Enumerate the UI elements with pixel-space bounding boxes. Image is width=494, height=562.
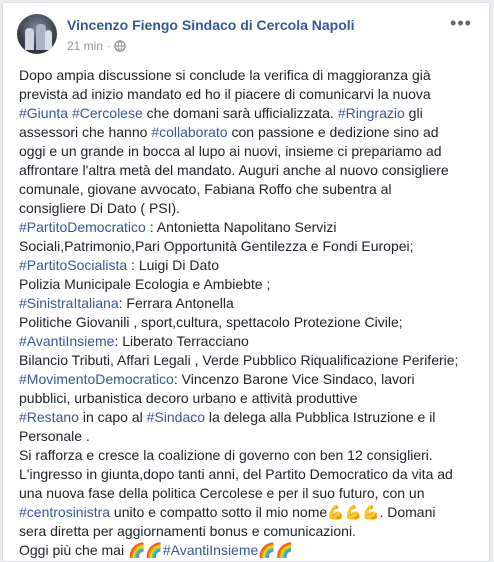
post-meta: 21 min · xyxy=(67,39,127,53)
text-segment: : Ferrara Antonella xyxy=(118,295,234,311)
text-segment: L'ingresso in giunta,dopo tanti anni, de… xyxy=(19,466,453,482)
text-segment: assessori che hanno xyxy=(19,124,152,140)
emoji: 🌈🌈 xyxy=(258,542,294,558)
text-segment: la delega alla Pubblica Istruzione e il xyxy=(205,409,436,425)
hashtag-link[interactable]: #Restano xyxy=(19,409,79,425)
post-text-line: #centrosinistra unito e compatto sotto i… xyxy=(19,503,481,522)
text-segment: : Vincenzo Barone Vice Sindaco, lavori xyxy=(173,371,415,387)
post-text-line: #PartitoDemocratico : Antonietta Napolit… xyxy=(19,218,481,237)
text-segment: oggi e un grande in bocca al lupo ai nuo… xyxy=(19,143,442,159)
text-segment: Polizia Municipale Ecologia e Ambiebte ; xyxy=(19,276,271,292)
author-avatar[interactable] xyxy=(17,14,57,54)
text-segment: : Antonietta Napolitano Servizi xyxy=(145,219,337,235)
post-text-line: #MovimentoDemocratico: Vincenzo Barone V… xyxy=(19,370,481,389)
post-text-line: assessori che hanno #collaborato con pas… xyxy=(19,123,481,142)
text-segment: Bilancio Tributi, Affari Legali , Verde … xyxy=(19,352,459,368)
more-options-button[interactable]: ••• xyxy=(449,13,473,33)
post-text-line: #AvantiInsieme: Liberato Terracciano xyxy=(19,332,481,351)
post-card: Vincenzo Fiengo Sindaco di Cercola Napol… xyxy=(2,2,490,562)
text-segment: unito e compatto sotto il mio nome xyxy=(110,504,328,520)
text-segment: Politiche Giovanili , sport,cultura, spe… xyxy=(19,314,403,330)
hashtag-link[interactable]: #PartitoSocialista xyxy=(19,257,127,273)
text-segment: Si rafforza e cresce la coalizione di go… xyxy=(19,447,433,463)
post-text-line: Si rafforza e cresce la coalizione di go… xyxy=(19,446,481,465)
text-segment: : Luigi Di Dato xyxy=(127,257,219,273)
text-segment: comunale, giovane avvocato, Fabiana Roff… xyxy=(19,181,392,197)
hashtag-link[interactable]: #AvantiInsieme xyxy=(163,542,258,558)
author-name-link[interactable]: Vincenzo Fiengo Sindaco di Cercola Napol… xyxy=(67,17,355,33)
text-segment: Sociali,Patrimonio,Pari Opportunità Gent… xyxy=(19,238,414,254)
post-timestamp[interactable]: 21 min xyxy=(67,39,103,53)
post-text-line: #SinistraItaliana: Ferrara Antonella xyxy=(19,294,481,313)
text-segment: sera diretta per aggiornamenti bonus e c… xyxy=(19,523,356,539)
post-text-line: Dopo ampia discussione si conclude la ve… xyxy=(19,66,481,85)
emoji: 💪💪💪 xyxy=(327,504,380,520)
post-text-line: prevista ad inizio mandato ed ho il piac… xyxy=(19,85,481,104)
hashtag-link[interactable]: #Cercolese xyxy=(72,105,143,121)
text-segment: con passione e dedizione sino ad xyxy=(227,124,439,140)
text-segment: una nuova fase della politica Cercolese … xyxy=(19,485,425,501)
post-text-line: pubblici, urbanistica decoro urbano e at… xyxy=(19,389,481,408)
post-text-line: Oggi più che mai 🌈🌈#AvantiInsieme🌈🌈 xyxy=(19,541,481,560)
hashtag-link[interactable]: #PartitoDemocratico xyxy=(19,219,146,235)
text-segment: : Liberato Terracciano xyxy=(114,333,249,349)
text-segment: Dopo ampia discussione si conclude la ve… xyxy=(19,67,431,83)
hashtag-link[interactable]: #Giunta xyxy=(19,105,68,121)
post-text-line: #Giunta #Cercolese che domani sarà uffic… xyxy=(19,104,481,123)
post-text-line: affrontare l'altra metà del mandato. Aug… xyxy=(19,161,481,180)
post-text-line: consigliere Di Dato ( PSI). xyxy=(19,199,481,218)
text-segment: Oggi più che mai xyxy=(19,542,128,558)
text-segment: prevista ad inizio mandato ed ho il piac… xyxy=(19,86,431,102)
text-segment: Personale . xyxy=(19,428,90,444)
hashtag-link[interactable]: #Ringrazio xyxy=(338,105,405,121)
post-text-line: Politiche Giovanili , sport,cultura, spe… xyxy=(19,313,481,332)
post-text-line: #Restano in capo al #Sindaco la delega a… xyxy=(19,408,481,427)
post-text-line: Polizia Municipale Ecologia e Ambiebte ; xyxy=(19,275,481,294)
hashtag-link[interactable]: #collaborato xyxy=(151,124,227,140)
meta-separator: · xyxy=(107,40,111,52)
hashtag-link[interactable]: #AvantiInsieme xyxy=(19,333,114,349)
hashtag-link[interactable]: #Sindaco xyxy=(147,409,205,425)
post-text-line: una nuova fase della politica Cercolese … xyxy=(19,484,481,503)
post-text-line: L'ingresso in giunta,dopo tanti anni, de… xyxy=(19,465,481,484)
text-segment: affrontare l'altra metà del mandato. Aug… xyxy=(19,162,449,178)
hashtag-link[interactable]: #SinistraItaliana xyxy=(19,295,119,311)
post-text-line: Sociali,Patrimonio,Pari Opportunità Gent… xyxy=(19,237,481,256)
post-text: Dopo ampia discussione si conclude la ve… xyxy=(19,66,481,560)
hashtag-link[interactable]: #MovimentoDemocratico xyxy=(19,371,174,387)
text-segment: che domani sarà ufficializzata. xyxy=(142,105,338,121)
hashtag-link[interactable]: #centrosinistra xyxy=(19,504,110,520)
text-segment: . Domani xyxy=(379,504,436,520)
text-segment: in capo al xyxy=(78,409,147,425)
globe-icon[interactable] xyxy=(114,40,127,52)
post-text-line: comunale, giovane avvocato, Fabiana Roff… xyxy=(19,180,481,199)
post-text-line: Personale . xyxy=(19,427,481,446)
more-options-icon: ••• xyxy=(450,12,472,33)
text-segment: gli xyxy=(404,105,423,121)
post-text-line: Bilancio Tributi, Affari Legali , Verde … xyxy=(19,351,481,370)
post-text-line: sera diretta per aggiornamenti bonus e c… xyxy=(19,522,481,541)
emoji: 🌈🌈 xyxy=(127,542,163,558)
post-text-line: oggi e un grande in bocca al lupo ai nuo… xyxy=(19,142,481,161)
text-segment: pubblici, urbanistica decoro urbano e at… xyxy=(19,390,358,406)
post-text-line: #PartitoSocialista : Luigi Di Dato xyxy=(19,256,481,275)
text-segment: consigliere Di Dato ( PSI). xyxy=(19,200,181,216)
